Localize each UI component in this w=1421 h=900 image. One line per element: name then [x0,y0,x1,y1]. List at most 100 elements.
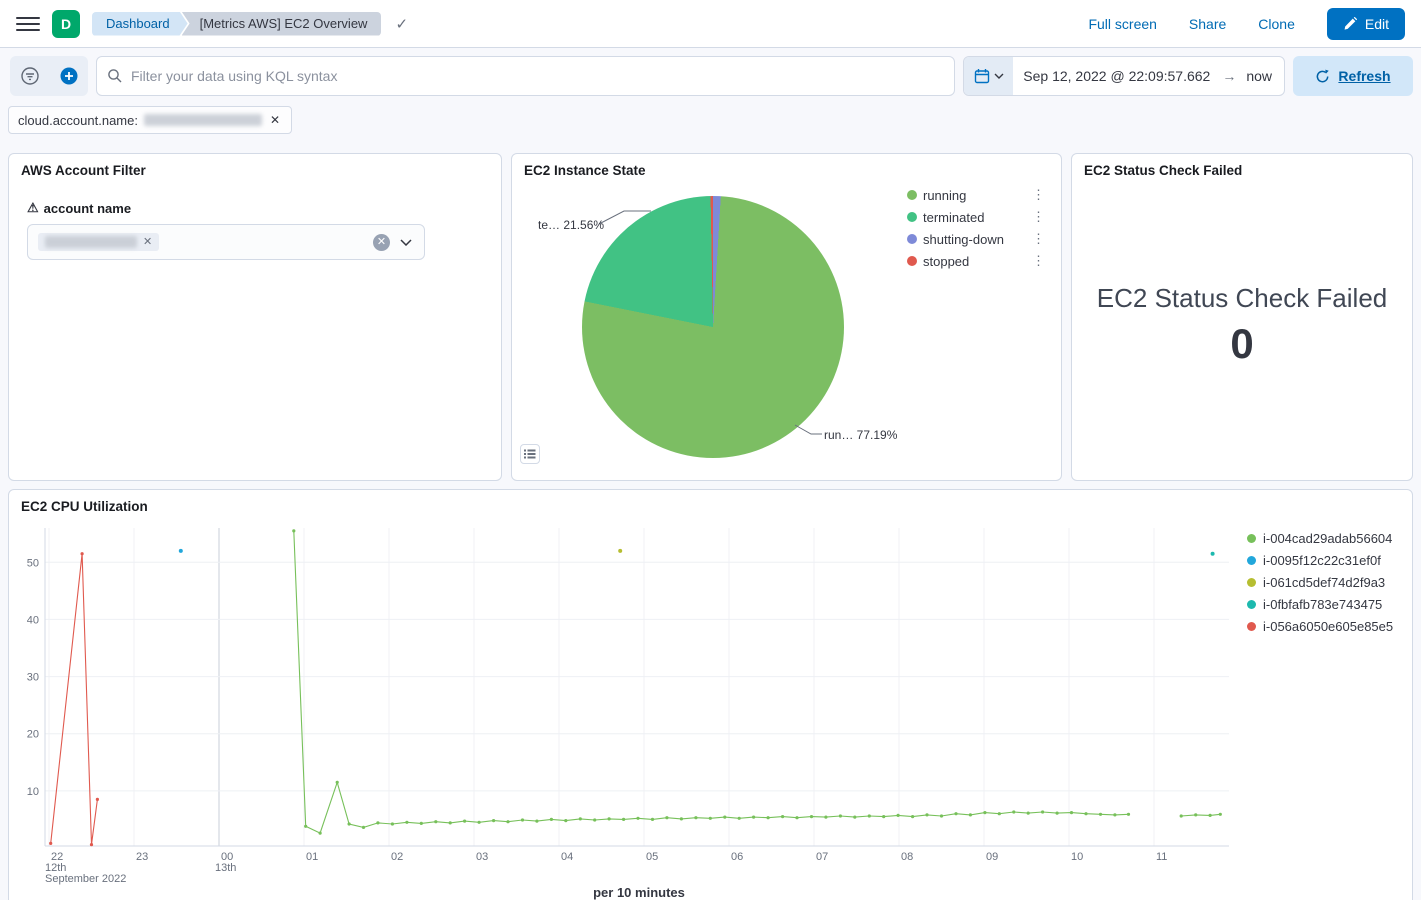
panel-ec2-cpu-utilization: EC2 CPU Utilization 10203040502212thSept… [8,489,1413,900]
legend-item-label[interactable]: i-056a6050e605e85e5 [1263,619,1393,634]
control-label-row: ⚠ account name [27,200,489,216]
svg-text:07: 07 [816,851,828,863]
legend-item-label[interactable]: shutting-down [923,232,1004,247]
legend-item-running[interactable]: running ⋮ [907,188,1045,202]
chip-redacted-value [45,236,137,248]
panel-title: EC2 Status Check Failed [1084,162,1400,180]
selected-account-chip[interactable]: ✕ [38,233,159,251]
share-button[interactable]: Share [1189,16,1226,32]
pencil-icon [1343,17,1357,31]
svg-text:06: 06 [731,851,743,863]
date-start-value[interactable]: Sep 12, 2022 @ 22:09:57.662 [1013,68,1220,84]
full-screen-button[interactable]: Full screen [1088,16,1156,32]
svg-text:50: 50 [27,557,39,569]
svg-text:09: 09 [986,851,998,863]
legend-item-i-0095f12c22c31ef0f[interactable]: i-0095f12c22c31ef0f [1247,554,1400,567]
search-input[interactable] [131,68,944,84]
legend-color-dot [1247,556,1256,565]
saved-query-menu-button[interactable] [10,56,49,96]
legend-color-dot [1247,534,1256,543]
pie-chart[interactable] [582,196,844,458]
pie-legend: running⋮terminated⋮shutting-down⋮stopped… [907,188,1045,268]
date-picker: Sep 12, 2022 @ 22:09:57.662 → now [963,56,1285,96]
legend-color-dot [1247,622,1256,631]
saved-check-icon: ✓ [395,15,408,33]
edit-button-label: Edit [1365,16,1389,32]
legend-item-shutting-down[interactable]: shutting-down ⋮ [907,232,1045,246]
dashboard-row-2: EC2 CPU Utilization 10203040502212thSept… [8,489,1413,900]
legend-item-i-004cad29adab56604[interactable]: i-004cad29adab56604 [1247,532,1400,545]
legend-item-label[interactable]: i-0fbfafb783e743475 [1263,597,1382,612]
plus-circle-icon [59,66,79,86]
account-name-combobox[interactable]: ✕ ✕ [27,224,425,260]
clone-button[interactable]: Clone [1258,16,1295,32]
calendar-icon [974,68,990,84]
legend-item-i-056a6050e605e85e5[interactable]: i-056a6050e605e85e5 [1247,620,1400,633]
legend-item-label[interactable]: terminated [923,210,984,225]
legend-item-menu-icon[interactable]: ⋮ [1032,209,1045,225]
space-avatar[interactable]: D [52,10,80,38]
legend-item-label[interactable]: i-0095f12c22c31ef0f [1263,553,1381,568]
cpu-legend: i-004cad29adab56604 i-0095f12c22c31ef0f i-… [1247,518,1400,900]
combobox-clear-icon[interactable]: ✕ [373,234,390,251]
refresh-button[interactable]: Refresh [1293,56,1413,96]
date-quick-select-button[interactable] [964,57,1013,95]
legend-item-terminated[interactable]: terminated ⋮ [907,210,1045,224]
svg-text:05: 05 [646,851,658,863]
kql-search-box [96,56,955,96]
filter-pill-cloud-account-name[interactable]: cloud.account.name: ✕ [8,106,292,134]
pie-viz-area: te… 21.56% run… 77.19% running⋮terminate… [524,182,1049,466]
svg-text:40: 40 [27,614,39,626]
panel-title: AWS Account Filter [21,162,489,180]
legend-color-dot [907,256,917,266]
legend-color-dot [907,190,917,200]
svg-text:03: 03 [476,851,488,863]
pie-label-terminated: te… 21.56% [538,218,604,232]
legend-color-dot [1247,600,1256,609]
metric-value: 0 [1230,320,1253,368]
legend-item-i-0fbfafb783e743475[interactable]: i-0fbfafb783e743475 [1247,598,1400,611]
top-bar: D Dashboard [Metrics AWS] EC2 Overview ✓… [0,0,1421,48]
legend-item-stopped[interactable]: stopped ⋮ [907,254,1045,268]
legend-color-dot [907,234,917,244]
legend-item-label[interactable]: i-061cd5def74d2f9a3 [1263,575,1385,590]
unified-search-bar: Sep 12, 2022 @ 22:09:57.662 → now Refres… [0,48,1421,96]
combobox-chevron-down-icon[interactable] [398,239,414,246]
legend-toggle-button[interactable] [520,444,540,464]
legend-item-menu-icon[interactable]: ⋮ [1032,231,1045,247]
svg-text:01: 01 [306,851,318,863]
filter-remove-icon[interactable]: ✕ [268,112,282,128]
svg-text:10: 10 [27,786,39,798]
panel-ec2-instance-state: EC2 Instance State te… 21.56% run… 77.19… [511,153,1062,481]
legend-item-menu-icon[interactable]: ⋮ [1032,253,1045,269]
warning-icon: ⚠ [27,200,39,216]
legend-item-i-061cd5def74d2f9a3[interactable]: i-061cd5def74d2f9a3 [1247,576,1400,589]
chip-remove-icon[interactable]: ✕ [143,237,152,248]
add-filter-button[interactable] [49,56,88,96]
date-end-value[interactable]: now [1238,68,1284,84]
metric-viz: EC2 Status Check Failed 0 [1084,180,1400,470]
svg-text:10: 10 [1071,851,1083,863]
breadcrumb-current-page[interactable]: [Metrics AWS] EC2 Overview [182,12,382,36]
svg-text:20: 20 [27,729,39,741]
legend-color-dot [1247,578,1256,587]
control-label: account name [44,201,131,216]
svg-text:per 10 minutes: per 10 minutes [593,885,685,900]
search-icon [107,68,123,84]
cpu-chart-svg[interactable]: 10203040502212thSeptember 2022230013th01… [21,518,1233,900]
panel-aws-account-filter: AWS Account Filter ⚠ account name ✕ ✕ [8,153,502,481]
legend-item-menu-icon[interactable]: ⋮ [1032,187,1045,203]
svg-text:30: 30 [27,672,39,684]
legend-color-dot [907,212,917,222]
menu-icon[interactable] [16,12,40,36]
legend-item-label[interactable]: running [923,188,966,203]
date-range-arrow: → [1220,68,1238,84]
legend-item-label[interactable]: stopped [923,254,969,269]
edit-button[interactable]: Edit [1327,8,1405,40]
legend-item-label[interactable]: i-004cad29adab56604 [1263,531,1392,546]
list-icon [524,449,536,459]
filter-icon [19,65,41,87]
breadcrumb-dashboard[interactable]: Dashboard [92,12,188,36]
chevron-down-icon [994,73,1004,79]
filter-bar: cloud.account.name: ✕ [8,106,1413,134]
